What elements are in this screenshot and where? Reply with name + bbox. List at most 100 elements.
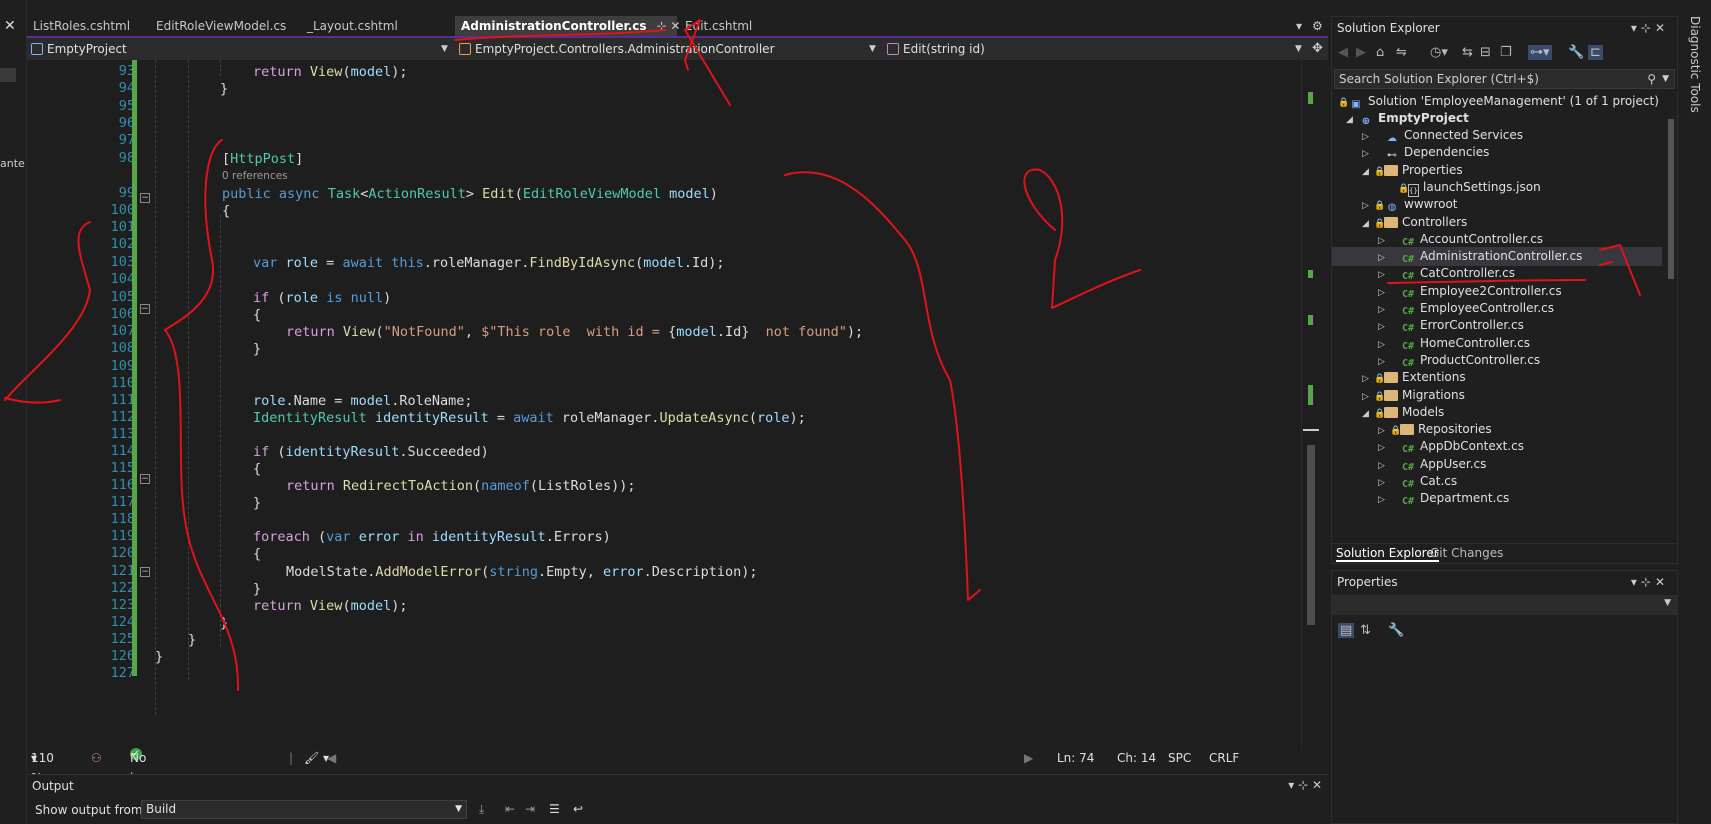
fold-toggle-icon[interactable]: − — [140, 567, 150, 577]
copilot-icon[interactable]: ⚇ — [91, 748, 102, 768]
clear-all-icon[interactable]: ☰ — [549, 802, 560, 816]
line-indicator[interactable]: Ln: 74 — [1057, 748, 1094, 768]
column-indicator[interactable]: Ch: 14 — [1117, 748, 1156, 768]
line-number: 95 — [118, 98, 135, 114]
diagnostic-tools-tab[interactable]: Diagnostic Tools — [1682, 16, 1708, 136]
tree-item[interactable]: 🔒{} launchSettings.json — [1332, 178, 1662, 197]
fold-toggle-icon[interactable]: − — [140, 193, 150, 203]
output-source-value: Build — [146, 802, 177, 816]
tab-listroles[interactable]: ListRoles.cshtml — [27, 16, 149, 36]
properties-object-select[interactable]: ▼ — [1332, 595, 1677, 615]
line-ending-indicator[interactable]: CRLF — [1209, 748, 1239, 768]
home-icon[interactable]: ⌂ — [1376, 45, 1384, 60]
tree-item[interactable]: ▷ 🔒 ◍ wwwroot — [1332, 195, 1662, 214]
scroll-thumb[interactable] — [1307, 445, 1315, 625]
pin-icon[interactable]: ⊹ ✕ — [657, 19, 681, 33]
tree-item[interactable]: ▷ C# Employee2Controller.cs — [1332, 282, 1662, 301]
panel-window-controls[interactable]: ▾⊹✕ — [1631, 575, 1669, 589]
tree-item[interactable]: ◢ 🔒 Properties — [1332, 161, 1662, 180]
line-number: 125 — [110, 631, 135, 647]
tree-item[interactable]: ▷ C# ProductController.cs — [1332, 351, 1662, 370]
tree-item[interactable]: ▷ C# AccountController.cs — [1332, 230, 1662, 249]
chevron-down-icon[interactable]: ▼ — [1295, 40, 1302, 58]
track-active-item-icon[interactable]: ⊶▾ — [1528, 45, 1552, 60]
zoom-dropdown[interactable]: 110 % ▾ — [31, 748, 54, 785]
indent-guide — [220, 215, 221, 647]
tab-administrationcontroller[interactable]: AdministrationController.cs ⊹ ✕ — [455, 16, 681, 36]
find-in-output-icon[interactable]: ⤓ — [479, 802, 484, 817]
project-dropdown[interactable]: EmptyProject — [31, 40, 127, 58]
tab-solution-explorer[interactable]: Solution Explorer — [1336, 546, 1439, 562]
forward-icon[interactable]: ▶ — [1356, 45, 1366, 60]
show-all-files-icon[interactable]: ❐ — [1500, 45, 1512, 60]
tree-item[interactable]: ▷ ⊷ Dependencies — [1332, 143, 1662, 162]
fold-toggle-icon[interactable]: − — [140, 474, 150, 484]
tab-list-dropdown-icon[interactable]: ▾ — [1296, 16, 1302, 36]
line-number: 102 — [110, 236, 135, 252]
tab-git-changes[interactable]: Git Changes — [1430, 546, 1503, 560]
tree-item[interactable]: ▷ C# ErrorController.cs — [1332, 316, 1662, 335]
next-message-icon[interactable]: ⇥ — [525, 802, 535, 816]
tree-item[interactable]: ▷ 🔒 Extentions — [1332, 368, 1662, 387]
tree-item[interactable]: ▷ 🔒 Repositories — [1332, 420, 1662, 439]
chevron-down-icon: ▼ — [1664, 598, 1671, 608]
word-wrap-icon[interactable]: ↩ — [573, 802, 583, 816]
tree-item[interactable]: ▷ C# AppUser.cs — [1332, 455, 1662, 474]
gear-icon[interactable]: ⚙ — [1312, 16, 1323, 36]
tree-item[interactable]: ▷ C# Cat.cs — [1332, 472, 1662, 491]
switch-views-icon[interactable]: ⇋ — [1396, 45, 1407, 60]
folder-icon — [1384, 406, 1398, 418]
alphabetical-icon[interactable]: ⇅ — [1360, 623, 1371, 638]
tree-item[interactable]: ▷ 🔒 Migrations — [1332, 386, 1662, 405]
tree-label: Employee2Controller.cs — [1420, 283, 1562, 298]
tab-layout[interactable]: _Layout.cshtml — [301, 16, 421, 36]
chevron-down-icon[interactable]: ▼ — [869, 40, 876, 58]
output-source-select[interactable]: Build ▼ — [141, 800, 467, 819]
scroll-right-icon[interactable]: ▶ — [1024, 748, 1033, 768]
tree-item[interactable]: ◢ 🔒 Models — [1332, 403, 1662, 422]
tree-item[interactable]: ▷ C# AppDbContext.cs — [1332, 437, 1662, 456]
whitespace-indicator[interactable]: SPC — [1168, 748, 1191, 768]
class-dropdown[interactable]: EmptyProject.Controllers.AdministrationC… — [459, 40, 775, 58]
tree-scroll-thumb[interactable] — [1668, 119, 1674, 279]
solution-explorer-search[interactable]: Search Solution Explorer (Ctrl+$) ⚲ ▼ — [1334, 69, 1675, 89]
code-editor[interactable]: 93 94 95 96 97 98 99 100 101 102 103 104 105 106 107 10… — [27, 60, 1319, 748]
previous-message-icon[interactable]: ⇤ — [505, 802, 515, 816]
editor-vertical-scrollbar[interactable] — [1301, 60, 1319, 748]
expand-arrow-icon[interactable]: ▷ — [1378, 491, 1390, 510]
close-icon[interactable]: ✕ — [4, 18, 16, 34]
output-window-controls[interactable]: ▾ ⊹ ✕ — [1288, 778, 1322, 792]
tree-item[interactable]: ▷ C# HomeController.cs — [1332, 334, 1662, 353]
indent-guide — [220, 60, 221, 76]
line-number: 114 — [110, 443, 135, 459]
tree-item[interactable]: ▷ C# AdministrationController.cs — [1332, 247, 1662, 267]
back-icon[interactable]: ◀ — [1338, 45, 1348, 60]
collapse-all-icon[interactable]: ⊟ — [1480, 45, 1491, 60]
property-pages-icon[interactable]: 🔧 — [1388, 623, 1404, 638]
scroll-change-marker — [1308, 270, 1313, 278]
chevron-down-icon[interactable]: ▼ — [441, 40, 448, 58]
line-number: 109 — [110, 358, 135, 374]
member-dropdown[interactable]: Edit(string id) — [887, 40, 985, 58]
tab-edit-cshtml[interactable]: Edit.cshtml — [679, 16, 769, 36]
tree-item[interactable]: ▷ C# CatController.cs — [1332, 264, 1662, 283]
line-number: 118 — [110, 511, 135, 527]
sync-icon[interactable]: ⇆ — [1462, 45, 1473, 60]
references-codelens[interactable]: 0 references — [222, 170, 288, 182]
tree-item[interactable]: ▷ ☁ Connected Services — [1332, 126, 1662, 145]
tab-editroleviewmodel[interactable]: EditRoleViewModel.cs — [150, 16, 300, 36]
pending-changes-filter-icon[interactable]: ◷▾ — [1430, 45, 1448, 60]
fold-toggle-icon[interactable]: − — [140, 304, 150, 314]
categorized-icon[interactable]: ▤ — [1338, 623, 1355, 638]
scroll-left-icon[interactable]: ◀ — [327, 748, 336, 768]
preview-selected-items-icon[interactable]: ⊏ — [1588, 45, 1603, 60]
tree-item[interactable]: ◢ 🔒 Controllers — [1332, 213, 1662, 232]
tree-item[interactable]: ▷ C# EmployeeController.cs — [1332, 299, 1662, 318]
tree-scrollbar[interactable] — [1667, 109, 1675, 543]
properties-wrench-icon[interactable]: 🔧 — [1568, 45, 1584, 60]
tree-item[interactable]: ▷ C# Department.cs — [1332, 489, 1662, 508]
panel-window-controls[interactable]: ▾⊹✕ — [1631, 21, 1669, 35]
left-panel-selection — [0, 68, 16, 82]
cleanup-icon[interactable]: 🖌 ▾ — [304, 748, 329, 768]
split-icon[interactable]: ✥ — [1312, 40, 1323, 58]
